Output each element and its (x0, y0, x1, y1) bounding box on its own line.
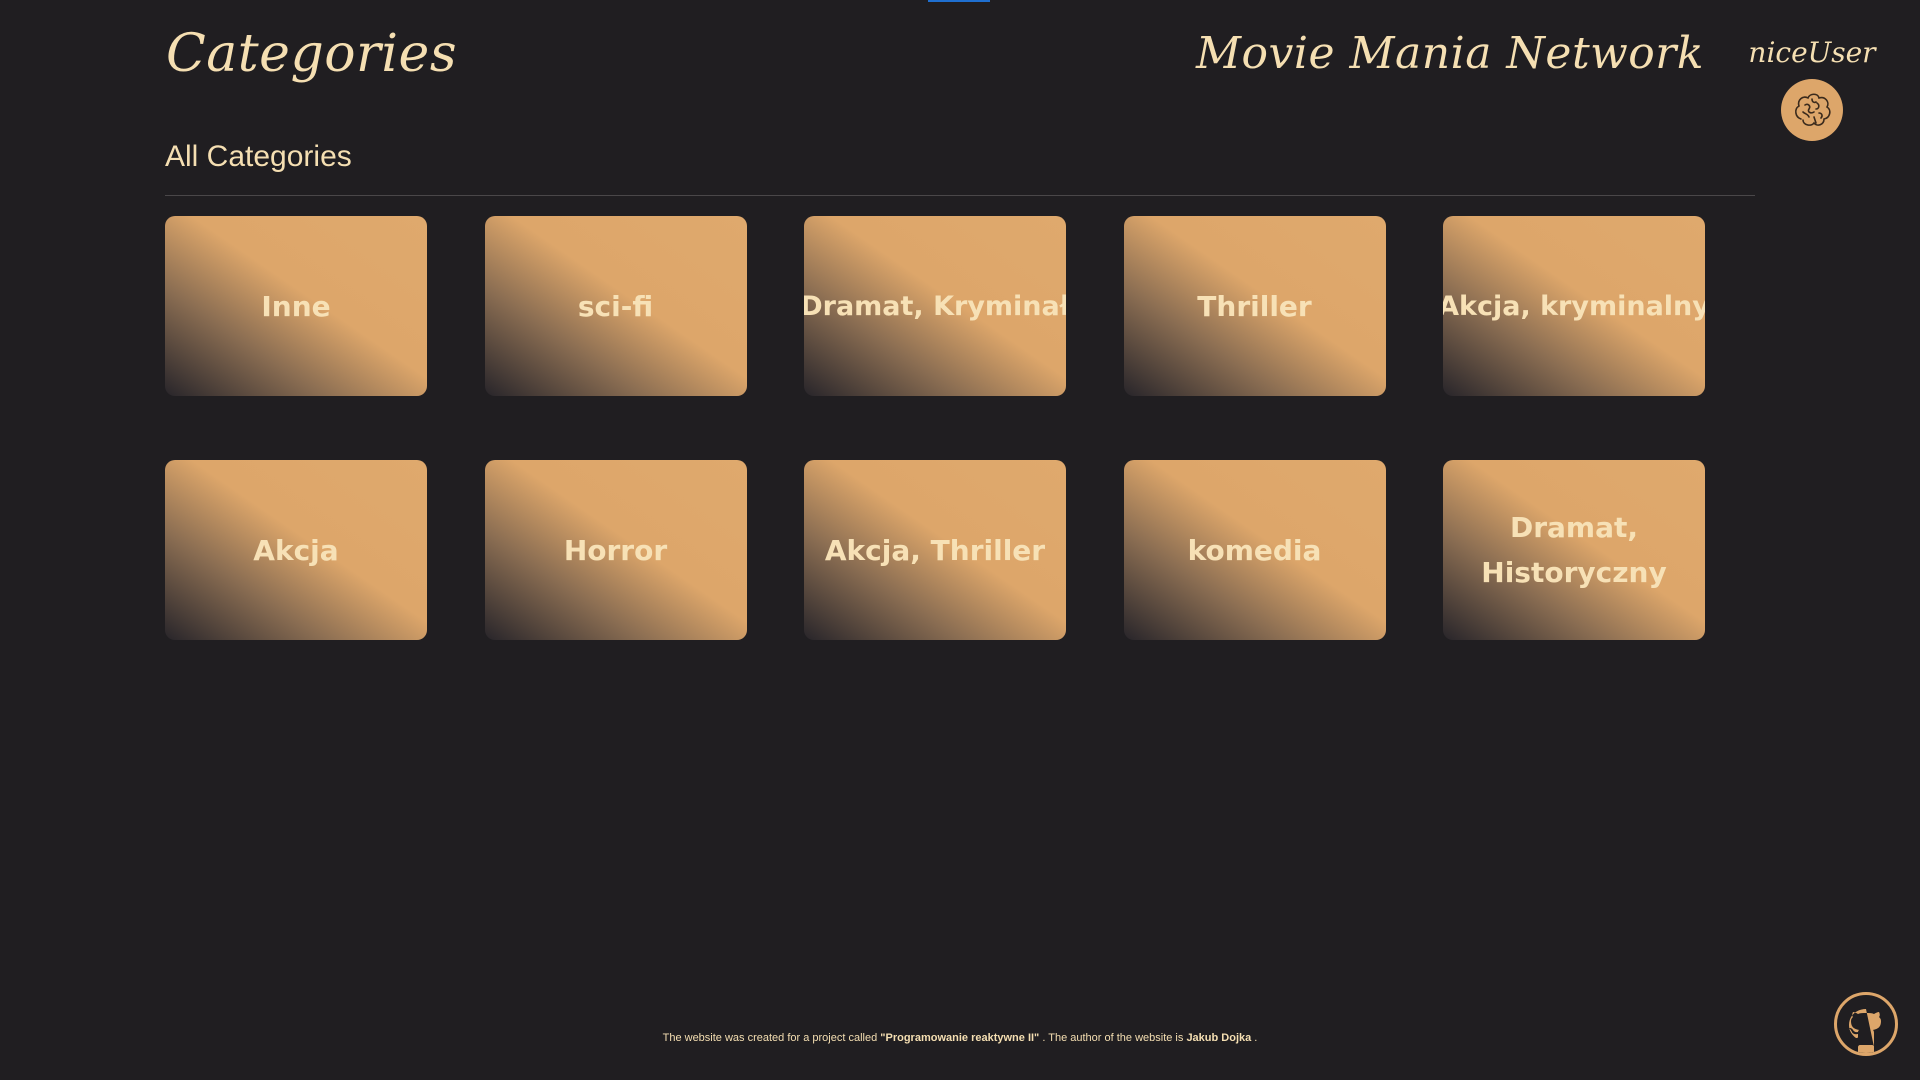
page-title: Categories (166, 24, 457, 84)
app-page: Categories Movie Mania Network niceUser … (0, 0, 1920, 1080)
username-label[interactable]: niceUser (1742, 36, 1882, 69)
category-label: Dramat, Kryminał (804, 290, 1066, 322)
top-indicator-bar (928, 0, 990, 2)
category-card-horror[interactable]: Horror (484, 460, 747, 640)
footer-suffix: . (1251, 1032, 1258, 1044)
avatar[interactable] (1781, 79, 1843, 141)
category-label: Dramat, Historyczny (1481, 511, 1667, 589)
category-grid: Inne sci-fi Dramat, Kryminał Thriller Ak… (165, 216, 1705, 640)
category-card-akcja[interactable]: Akcja (165, 460, 427, 640)
category-card-dramat-historyczny[interactable]: Dramat, Historyczny (1443, 460, 1705, 640)
github-link[interactable] (1834, 992, 1898, 1056)
footer-project-name: "Programowanie reaktywne II" (880, 1032, 1040, 1044)
category-label: Thriller (1197, 289, 1312, 323)
category-label: Akcja, Thriller (824, 533, 1046, 567)
user-menu[interactable]: niceUser (1742, 36, 1882, 141)
footer-prefix: The website was created for a project ca… (662, 1032, 881, 1044)
category-label: sci-fi (577, 289, 654, 323)
category-card-akcja-thriller[interactable]: Akcja, Thriller (804, 460, 1066, 640)
category-card-komedia[interactable]: komedia (1123, 460, 1386, 640)
category-label: Akcja, kryminalny (1443, 290, 1705, 322)
category-card-thriller[interactable]: Thriller (1123, 216, 1386, 396)
section-divider (165, 195, 1755, 196)
category-label: Inne (261, 289, 331, 323)
category-card-sci-fi[interactable]: sci-fi (484, 216, 747, 396)
footer-author: Jakub Dojka (1186, 1032, 1252, 1044)
category-card-inne[interactable]: Inne (165, 216, 427, 396)
footer-credits: The website was created for a project ca… (0, 1032, 1920, 1044)
footer-middle: . The author of the website is (1039, 1032, 1187, 1044)
category-label: Horror (563, 533, 668, 567)
category-card-akcja-kryminalny[interactable]: Akcja, kryminalny (1443, 216, 1705, 396)
brain-icon (1795, 93, 1831, 126)
brand-title[interactable]: Movie Mania Network (1196, 28, 1704, 79)
section-title: All Categories (165, 140, 352, 173)
category-label: komedia (1187, 533, 1322, 567)
github-icon (1849, 1009, 1881, 1053)
category-label: Akcja (253, 533, 339, 567)
category-card-dramat-kryminal[interactable]: Dramat, Kryminał (804, 216, 1066, 396)
